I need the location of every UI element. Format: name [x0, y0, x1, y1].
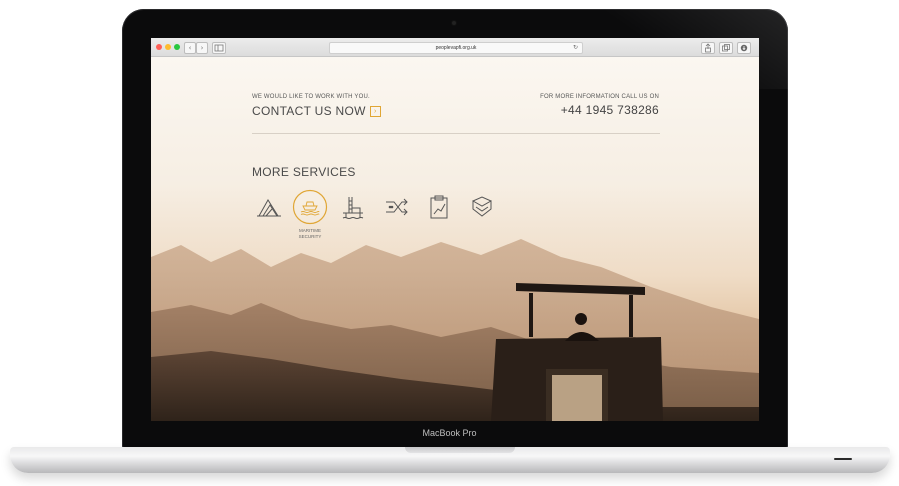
ship-icon[interactable] [292, 189, 328, 225]
arrow-right-icon: › [369, 105, 381, 117]
downloads-icon[interactable] [737, 42, 751, 54]
header-divider [252, 133, 660, 134]
info-intro-text: FOR MORE INFORMATION CALL US ON [540, 94, 659, 100]
tabs-icon[interactable] [719, 42, 733, 54]
camera-icon [452, 21, 456, 25]
zoom-window-button[interactable] [174, 44, 180, 50]
mountain-icon[interactable] [251, 189, 287, 225]
share-icon[interactable] [701, 42, 715, 54]
crossed-arrows-icon[interactable] [378, 189, 414, 225]
device-label: MacBook Pro [422, 428, 477, 438]
oil-rig-icon[interactable] [335, 189, 371, 225]
sleep-indicator [834, 458, 852, 460]
laptop-base [10, 447, 890, 473]
browser-toolbar: ‹ › peoplevapfi.org.uk ↻ [151, 38, 759, 57]
contact-intro-text: WE WOULD LIKE TO WORK WITH YOU. [252, 94, 370, 100]
address-bar[interactable]: peoplevapfi.org.uk ↻ [329, 42, 583, 54]
forward-button[interactable]: › [196, 42, 208, 54]
close-window-button[interactable] [156, 44, 162, 50]
more-services-heading: MORE SERVICES [252, 165, 356, 179]
contact-us-link[interactable]: CONTACT US NOW › [252, 104, 381, 118]
web-page: WE WOULD LIKE TO WORK WITH YOU. CONTACT … [151, 57, 759, 421]
phone-number[interactable]: +44 1945 738286 [561, 103, 659, 117]
mountain-landscape-image [151, 239, 759, 421]
service-caption: MARITIME SECURITY [291, 228, 329, 240]
shield-chevron-icon[interactable] [464, 189, 500, 225]
lid-opening-notch [405, 447, 515, 453]
url-text: peoplevapfi.org.uk [435, 45, 477, 51]
contact-us-label: CONTACT US NOW [252, 104, 366, 118]
minimize-window-button[interactable] [165, 44, 171, 50]
service-caption-line2: SECURITY [298, 234, 322, 239]
back-button[interactable]: ‹ [184, 42, 196, 54]
clipboard-chart-icon[interactable] [421, 189, 457, 225]
reload-icon[interactable]: ↻ [573, 43, 578, 53]
sidebar-toggle-icon[interactable] [212, 42, 226, 54]
laptop-screen: ‹ › peoplevapfi.org.uk ↻ WE WOULD LIKE T… [151, 38, 759, 421]
